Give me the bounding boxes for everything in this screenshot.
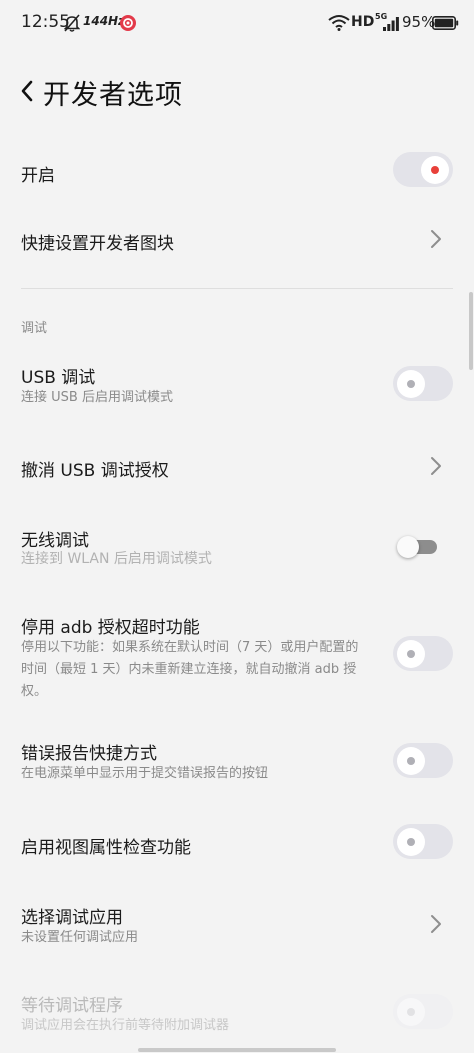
bug-report-shortcut-row[interactable]: 错误报告快捷方式 在电源菜单中显示用于提交错误报告的按钮 <box>0 736 474 788</box>
signal-icon <box>383 16 399 35</box>
row-title: USB 调试 <box>21 368 96 388</box>
row-subtitle: 连接到 WLAN 后启用调试模式 <box>21 551 212 567</box>
page-title: 开发者选项 <box>43 80 183 111</box>
status-time: 12:55 <box>21 12 70 32</box>
toggle-knob <box>397 639 425 668</box>
select-debug-app-row[interactable]: 选择调试应用 未设置任何调试应用 <box>0 900 474 952</box>
row-subtitle: 连接 USB 后启用调试模式 <box>21 390 173 405</box>
wifi-icon <box>328 14 350 35</box>
wireless-debugging-toggle[interactable] <box>397 536 439 558</box>
row-subtitle: 调试应用会在执行前等待附加调试器 <box>21 1018 230 1033</box>
status-bar: 12:55 144Hz HD 5G 95% <box>0 0 474 48</box>
mute-bell-icon <box>63 14 81 36</box>
row-title: 撤消 USB 调试授权 <box>21 461 169 481</box>
row-subtitle: 停用以下功能：如果系统在默认时间（7 天）或用户配置的时间（最短 1 天）内未重… <box>21 640 359 699</box>
revoke-usb-authorizations-row[interactable]: 撤消 USB 调试授权 <box>0 445 474 487</box>
usb-debugging-row[interactable]: USB 调试 连接 USB 后启用调试模式 <box>0 360 474 412</box>
enable-toggle[interactable] <box>393 152 453 187</box>
usb-debugging-toggle[interactable] <box>393 366 453 401</box>
toggle-knob <box>397 536 419 558</box>
row-subtitle: 在电源菜单中显示用于提交错误报告的按钮 <box>21 766 269 781</box>
row-title: 选择调试应用 <box>21 908 123 928</box>
wait-for-debugger-toggle <box>393 994 453 1029</box>
toggle-knob <box>397 997 425 1026</box>
scrollbar[interactable] <box>469 292 473 370</box>
row-title: 错误报告快捷方式 <box>21 744 157 764</box>
section-divider <box>21 288 453 289</box>
toggle-knob <box>397 827 425 856</box>
row-subtitle: 未设置任何调试应用 <box>21 930 139 945</box>
chevron-right-icon <box>430 456 442 480</box>
app-notification-icon <box>119 14 137 36</box>
row-title: 等待调试程序 <box>21 996 123 1016</box>
wait-for-debugger-row: 等待调试程序 调试应用会在执行前等待附加调试器 <box>0 988 474 1040</box>
row-title: 快捷设置开发者图块 <box>21 234 174 254</box>
disable-adb-timeout-row[interactable]: 停用 adb 授权超时功能 停用以下功能：如果系统在默认时间（7 天）或用户配置… <box>0 610 474 702</box>
section-header-debug: 调试 <box>21 321 48 336</box>
row-title: 开启 <box>21 166 55 186</box>
home-indicator[interactable] <box>138 1048 336 1052</box>
disable-adb-timeout-toggle[interactable] <box>393 636 453 671</box>
row-title: 停用 adb 授权超时功能 <box>21 618 200 638</box>
quick-settings-tiles-row[interactable]: 快捷设置开发者图块 <box>0 218 474 260</box>
toggle-knob <box>397 369 425 398</box>
battery-icon <box>432 15 459 34</box>
back-arrow-icon[interactable] <box>20 80 34 106</box>
toggle-knob <box>397 746 425 775</box>
chevron-right-icon <box>430 229 442 253</box>
bug-report-shortcut-toggle[interactable] <box>393 743 453 778</box>
developer-options-enable-row[interactable]: 开启 <box>0 150 474 192</box>
view-attribute-inspection-row[interactable]: 启用视图属性检查功能 <box>0 822 474 864</box>
view-attribute-inspection-toggle[interactable] <box>393 824 453 859</box>
toggle-knob <box>421 155 449 184</box>
row-title: 启用视图属性检查功能 <box>21 838 191 858</box>
chevron-right-icon <box>430 914 442 938</box>
battery-level: 95% <box>402 13 436 31</box>
wireless-debugging-row[interactable]: 无线调试 连接到 WLAN 后启用调试模式 <box>0 523 474 575</box>
hd-label: HD <box>351 14 375 30</box>
